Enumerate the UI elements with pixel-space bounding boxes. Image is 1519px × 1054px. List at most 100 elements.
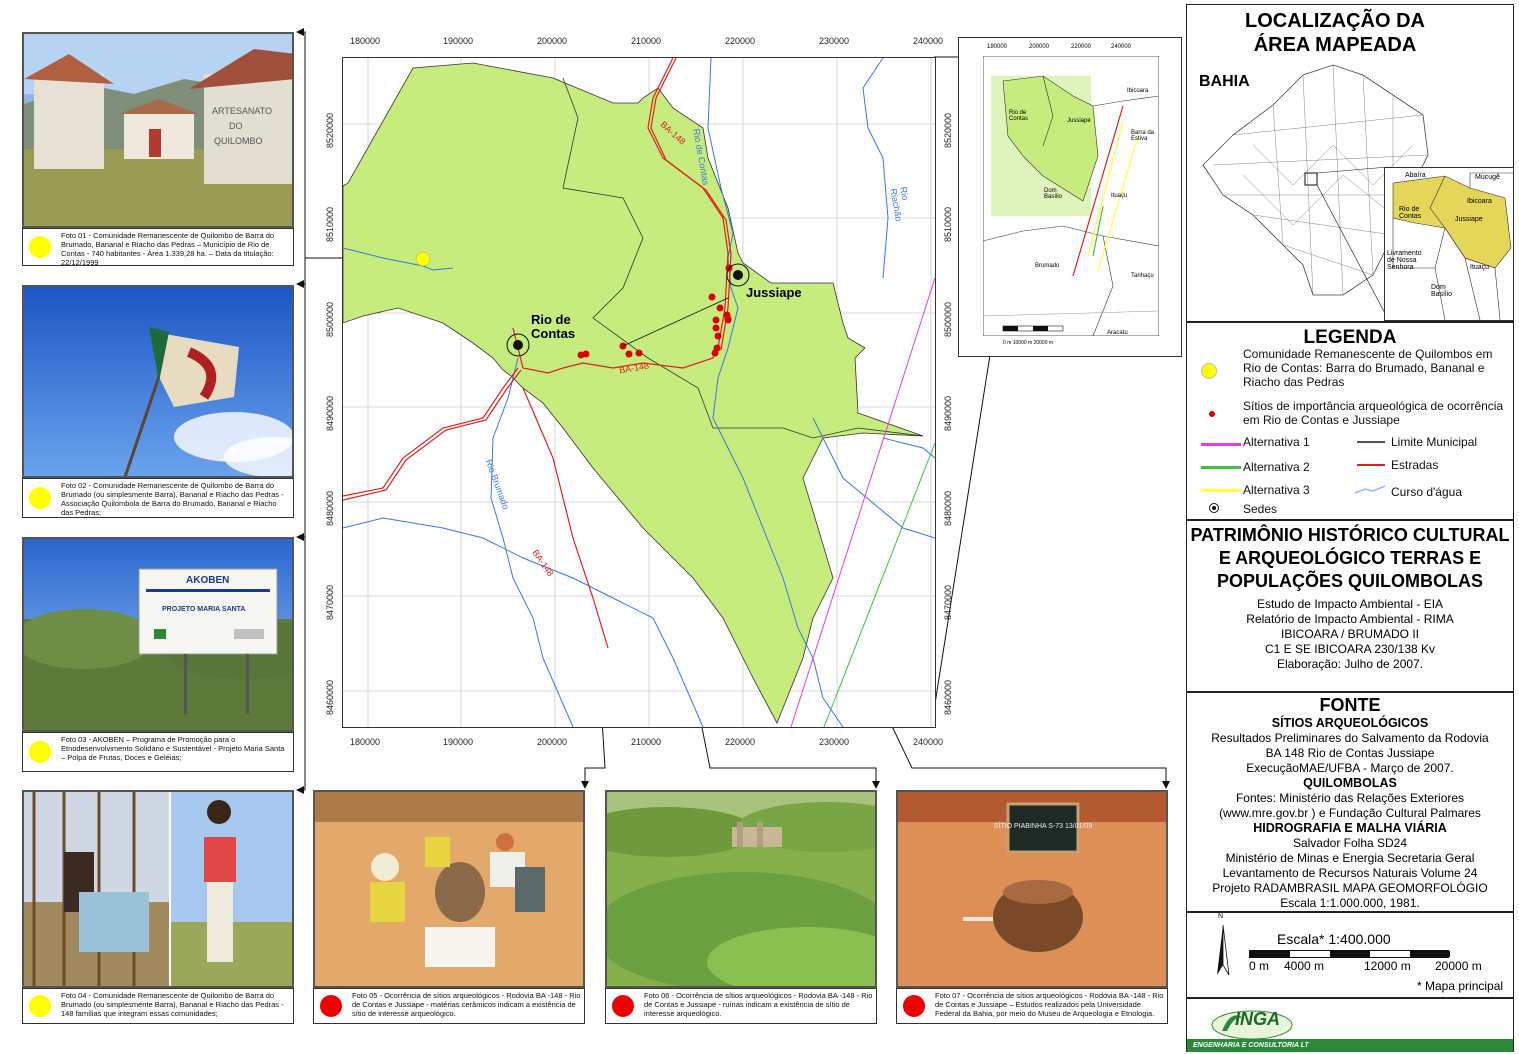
location-title: LOCALIZAÇÃO DA ÁREA MAPEADA <box>1245 10 1425 56</box>
north-label: N <box>1218 913 1224 920</box>
inset-map: Abaíra Mucugê Ibicoara Rio de Contas Jus… <box>1384 167 1514 321</box>
study-line: Elaboração: Julho de 2007. <box>1276 657 1424 671</box>
scale-tick: 20000 m <box>1435 959 1482 973</box>
mini-label: Ituaçu <box>1111 193 1128 199</box>
alt1-legend-icon <box>1201 443 1241 446</box>
mini-label: Dom Basílio <box>1044 188 1063 200</box>
x-tick-bottom: 240000 <box>913 737 944 747</box>
fonte-heading: SÍTIOS ARQUEOLÓGICOS <box>1271 716 1429 730</box>
legend-alt2: Alternativa 2 <box>1243 460 1310 474</box>
fonte-line: Salvador Folha SD24 <box>1292 836 1408 850</box>
logo-name: INGA <box>1235 1009 1280 1029</box>
inset-label: Ituaçu <box>1470 264 1490 271</box>
scale-bar <box>1249 950 1450 958</box>
y-tick-left: 8460000 <box>325 679 335 715</box>
x-tick-top: 210000 <box>631 36 662 46</box>
x-tick-bottom: 180000 <box>350 737 381 747</box>
scale-note: * Mapa principal <box>1417 979 1504 993</box>
quilombo-marker[interactable] <box>415 251 431 267</box>
fonte-line: BA 148 Rio de Contas Jussiape <box>1265 746 1435 760</box>
inset-label: Abaíra <box>1405 172 1426 179</box>
quilombo-legend-icon <box>1201 363 1217 379</box>
mini-scale: 0 m 10000 m 20000 m <box>1003 340 1054 346</box>
limite-legend-icon <box>1357 441 1385 443</box>
main-map-canvas <box>342 57 936 728</box>
logo-subtitle: ENGENHARIA E CONSULTORIA LT <box>1187 1039 1513 1052</box>
alternativa-2-line <box>823 442 936 728</box>
legend-quilombo: Comunidade Remanescente de Quilombos em … <box>1243 347 1493 389</box>
inset-label: Dom Basílio <box>1431 284 1453 298</box>
y-tick-right: 8510000 <box>943 206 953 242</box>
x-tick-bottom: 230000 <box>819 737 850 747</box>
x-tick-top: 220000 <box>725 36 756 46</box>
x-tick-top: 180000 <box>350 36 381 46</box>
north-arrow-icon <box>1217 924 1230 976</box>
legend-sitios: Sítios de importância arqueológica de oc… <box>1243 399 1504 427</box>
y-tick-right: 8490000 <box>943 395 953 431</box>
y-tick-right: 8520000 <box>943 112 953 148</box>
mini-label: Jussiape <box>1067 118 1091 124</box>
fonte-line: (www.mre.gov.br ) e Fundação Cultural Pa… <box>1219 806 1481 820</box>
scale-tick: 4000 m <box>1284 959 1325 973</box>
study-line: C1 E SE IBICOARA 230/138 Kv <box>1264 642 1436 656</box>
x-tick-bottom: 190000 <box>443 737 474 747</box>
fonte-line: ExecuçãoMAE/UFBA - Março de 2007. <box>1246 761 1454 775</box>
x-tick-bottom: 200000 <box>537 737 568 747</box>
legend-sedes: Sedes <box>1243 502 1278 516</box>
main-map[interactable]: Rio de Contas Jussiape BA-148 BA-148 BA-… <box>342 57 936 728</box>
y-tick-left: 8500000 <box>325 301 335 337</box>
source-panel: FONTE SÍTIOS ARQUEOLÓGICOS Resultados Pr… <box>1186 692 1514 912</box>
x-tick-bottom: 220000 <box>725 737 756 747</box>
y-tick-left: 8520000 <box>325 112 335 148</box>
inset-label: Jussiape <box>1455 216 1483 223</box>
title-panel: PATRIMÔNIO HISTÓRICO CULTURAL E ARQUEOLÓ… <box>1186 520 1514 692</box>
inset-label: Mucugê <box>1475 174 1500 181</box>
mini-label: Barra da Estiva <box>1131 130 1155 142</box>
y-tick-left: 8510000 <box>325 206 335 242</box>
y-tick-right: 8500000 <box>943 301 953 337</box>
legend-curso: Curso d'água <box>1391 485 1463 499</box>
location-panel: LOCALIZAÇÃO DA ÁREA MAPEADA BAHIA Abaíra… <box>1186 4 1514 322</box>
mini-x-tick: 240000 <box>1111 44 1132 50</box>
fonte-heading: QUILOMBOLAS <box>1303 776 1397 790</box>
town-label-jussiape: Jussiape <box>746 285 802 300</box>
fonte-line: Levantamento de Recursos Naturais Volume… <box>1222 866 1478 880</box>
y-tick-left: 8480000 <box>325 490 335 526</box>
mini-label: Brumado <box>1035 263 1060 269</box>
curso-legend-icon <box>1354 485 1386 494</box>
legend-alt3: Alternativa 3 <box>1243 483 1310 497</box>
fonte-heading: HIDROGRAFIA E MALHA VIÁRIA <box>1253 821 1447 835</box>
mini-x-tick: 220000 <box>1071 44 1092 50</box>
fonte-line: Fontes: Ministério das Relações Exterior… <box>1235 791 1465 805</box>
fonte-line: Projeto RADAMBRASIL MAPA GEOMORFOLÓGIO <box>1212 881 1488 895</box>
mini-label: Tanhaçu <box>1131 273 1154 279</box>
legend-limite: Limite Municipal <box>1391 435 1478 449</box>
study-line: Relatório de Impacto Ambiental - RIMA <box>1246 612 1454 626</box>
municipal-area <box>342 62 924 724</box>
y-tick-left: 8470000 <box>325 584 335 620</box>
y-tick-right: 8470000 <box>943 584 953 620</box>
mini-label: Aracatu <box>1107 330 1128 336</box>
study-line: IBICOARA / BRUMADO II <box>1280 627 1420 641</box>
legend-panel: LEGENDA Comunidade Remanescente de Quilo… <box>1186 322 1514 520</box>
x-tick-bottom: 210000 <box>631 737 662 747</box>
y-tick-left: 8490000 <box>325 395 335 431</box>
x-tick-top: 240000 <box>913 36 944 46</box>
y-tick-right: 8460000 <box>943 679 953 715</box>
overview-map[interactable]: 180000 200000 220000 240000 Ibicoara Rio… <box>958 37 1182 357</box>
alt2-legend-icon <box>1201 466 1241 469</box>
town-label-rio-de-contas: Rio de Contas <box>531 312 576 341</box>
alt3-legend-icon <box>1201 489 1241 492</box>
scale-panel: N Escala* 1:400.000 0 m 4000 m 12000 m 2… <box>1186 912 1514 998</box>
estradas-legend-icon <box>1357 464 1385 466</box>
inset-label: Livramento de Nossa Senhora <box>1387 250 1422 271</box>
heritage-title: PATRIMÔNIO HISTÓRICO CULTURAL E ARQUEOLÓ… <box>1190 525 1510 591</box>
scale-tick: 12000 m <box>1364 959 1411 973</box>
mini-label: Ibicoara <box>1127 88 1149 94</box>
study-line: Estudo de Impacto Ambiental - EIA <box>1256 597 1444 611</box>
inset-label: Rio de Contas <box>1399 206 1422 220</box>
fonte-line: Ministério de Minas e Energia Secretaria… <box>1225 851 1475 865</box>
x-tick-top: 200000 <box>537 36 568 46</box>
legend-title: LEGENDA <box>1303 327 1397 348</box>
scale-tick: 0 m <box>1249 959 1270 973</box>
